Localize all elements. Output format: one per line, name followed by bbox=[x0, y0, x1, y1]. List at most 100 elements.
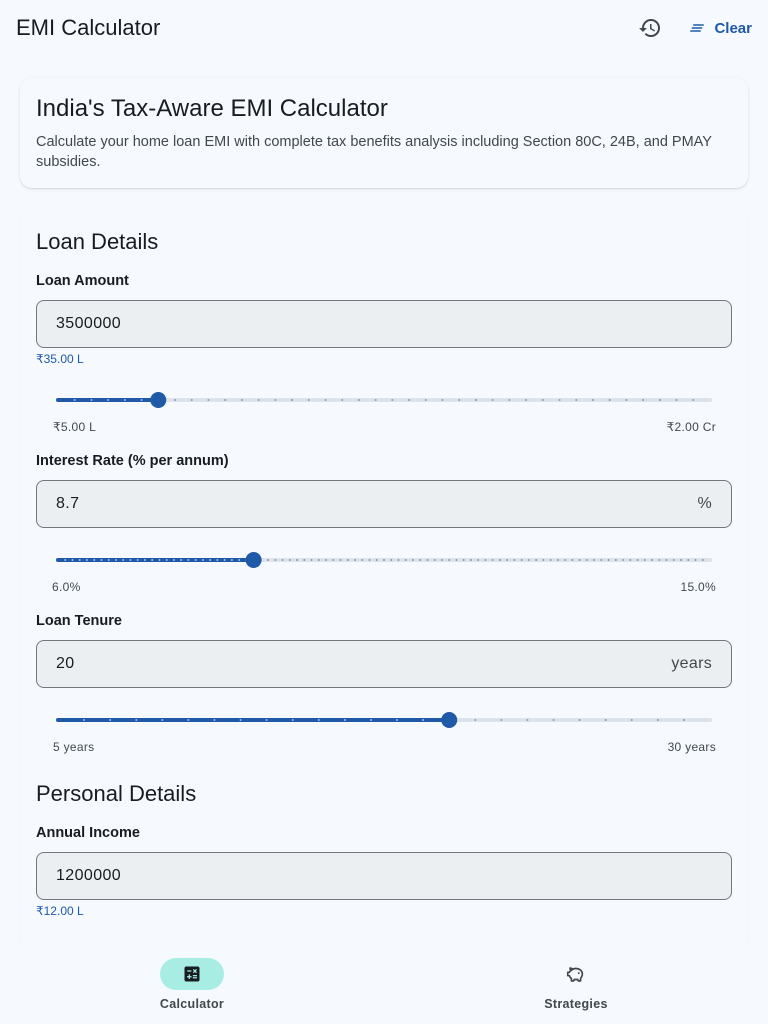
slider-tick bbox=[129, 559, 132, 561]
slider-tick bbox=[122, 559, 125, 561]
loan-amount-slider[interactable] bbox=[56, 390, 712, 410]
slider-tick bbox=[484, 559, 487, 561]
slider-tick bbox=[317, 719, 320, 721]
clear-button[interactable]: Clear bbox=[688, 8, 752, 48]
slider-tick bbox=[361, 559, 364, 561]
slider-tick bbox=[346, 559, 349, 561]
intro-title: India's Tax-Aware EMI Calculator bbox=[36, 95, 388, 122]
intro-description: Calculate your home loan EMI with comple… bbox=[36, 134, 712, 170]
slider-tick bbox=[506, 559, 509, 561]
slider-tick bbox=[513, 559, 516, 561]
nav-label-calculator: Calculator bbox=[159, 997, 225, 1011]
nav-label-strategies: Strategies bbox=[544, 997, 608, 1011]
loan-tenure-input[interactable]: 20 years bbox=[36, 640, 732, 688]
loan-tenure-min-label: 5 years bbox=[53, 740, 95, 754]
history-button[interactable] bbox=[630, 8, 670, 48]
intro-card: India's Tax-Aware EMI Calculator Calcula… bbox=[20, 78, 748, 188]
slider-tick bbox=[630, 719, 633, 721]
slider-tick bbox=[448, 559, 451, 561]
slider-tick bbox=[542, 559, 545, 561]
slider-tick bbox=[665, 559, 668, 561]
slider-tick bbox=[585, 559, 588, 561]
slider-tick bbox=[201, 559, 204, 561]
clear-all-icon bbox=[690, 24, 705, 32]
interest-rate-slider[interactable] bbox=[56, 550, 712, 570]
slider-tick bbox=[71, 559, 74, 561]
slider-tick bbox=[368, 559, 371, 561]
slider-tick bbox=[411, 559, 414, 561]
slider-tick bbox=[291, 719, 294, 721]
slider-tick bbox=[636, 559, 639, 561]
slider-tick bbox=[607, 559, 610, 561]
slider-tick bbox=[238, 559, 241, 561]
nav-pill bbox=[544, 958, 608, 990]
loan-tenure-label: Loan Tenure bbox=[36, 613, 122, 629]
slider-tick bbox=[433, 559, 436, 561]
app-title: EMI Calculator bbox=[16, 15, 161, 40]
slider-tick bbox=[552, 719, 555, 721]
slider-tick bbox=[100, 559, 103, 561]
slider-tick bbox=[239, 719, 242, 721]
slider-tick bbox=[455, 559, 458, 561]
slider-tick bbox=[608, 399, 611, 401]
slider-tick bbox=[288, 559, 291, 561]
slider-tick bbox=[165, 559, 168, 561]
slider-tick bbox=[291, 399, 294, 401]
slider-tick bbox=[535, 559, 538, 561]
nav-item-strategies[interactable]: Strategies bbox=[384, 944, 768, 1024]
slider-tick bbox=[230, 559, 233, 561]
slider-tick bbox=[656, 719, 659, 721]
slider-tick bbox=[190, 399, 193, 401]
slider-tick bbox=[354, 559, 357, 561]
savings-icon bbox=[566, 967, 584, 982]
loan-details-card: Loan Details Loan Amount 3500000 ₹35.00 … bbox=[20, 212, 748, 952]
annual-income-value: 1200000 bbox=[56, 867, 122, 884]
annual-income-input[interactable]: 1200000 bbox=[36, 852, 732, 900]
interest-rate-label: Interest Rate (% per annum) bbox=[36, 453, 229, 469]
slider-tick bbox=[213, 719, 216, 721]
slider-tick bbox=[207, 399, 210, 401]
slider-tick bbox=[491, 559, 494, 561]
slider-tick bbox=[643, 559, 646, 561]
personal-details-title: Personal Details bbox=[36, 781, 197, 806]
nav-item-calculator[interactable]: Calculator bbox=[0, 944, 384, 1024]
slider-tick bbox=[140, 399, 143, 401]
loan-tenure-slider[interactable] bbox=[56, 710, 712, 730]
loan-amount-min-label: ₹5.00 L bbox=[53, 420, 97, 434]
slider-tick bbox=[374, 399, 377, 401]
slider-tick bbox=[78, 559, 81, 561]
slider-tick bbox=[209, 559, 212, 561]
slider-tick bbox=[462, 559, 465, 561]
loan-amount-helper: ₹35.00 L bbox=[36, 352, 84, 366]
loan-details-title: Loan Details bbox=[36, 229, 159, 254]
slider-tick bbox=[375, 559, 378, 561]
slider-tick bbox=[324, 399, 327, 401]
slider-tick bbox=[151, 559, 154, 561]
slider-thumb bbox=[441, 712, 458, 728]
slider-tick bbox=[526, 719, 529, 721]
slider-tick bbox=[675, 399, 678, 401]
loan-amount-value: 3500000 bbox=[56, 315, 122, 332]
loan-amount-label: Loan Amount bbox=[36, 273, 129, 289]
slider-tick bbox=[491, 399, 494, 401]
slider-tick bbox=[85, 559, 88, 561]
slider-tick bbox=[571, 559, 574, 561]
history-icon bbox=[639, 19, 661, 38]
slider-tick bbox=[267, 559, 270, 561]
interest-rate-input[interactable]: 8.7 % bbox=[36, 480, 732, 528]
slider-tick bbox=[474, 719, 477, 721]
interest-rate-suffix: % bbox=[697, 495, 712, 512]
slider-thumb bbox=[245, 552, 262, 568]
slider-tick bbox=[224, 399, 227, 401]
slider-tick bbox=[694, 559, 697, 561]
slider-tick bbox=[216, 559, 219, 561]
slider-tick bbox=[556, 559, 559, 561]
slider-tick bbox=[325, 559, 328, 561]
loan-amount-input[interactable]: 3500000 bbox=[36, 300, 732, 348]
slider-tick bbox=[83, 719, 86, 721]
slider-tick bbox=[625, 399, 628, 401]
interest-rate-max-label: 15.0% bbox=[680, 580, 716, 594]
slider-tick bbox=[123, 399, 126, 401]
slider-tick bbox=[274, 399, 277, 401]
slider-tick bbox=[440, 559, 443, 561]
